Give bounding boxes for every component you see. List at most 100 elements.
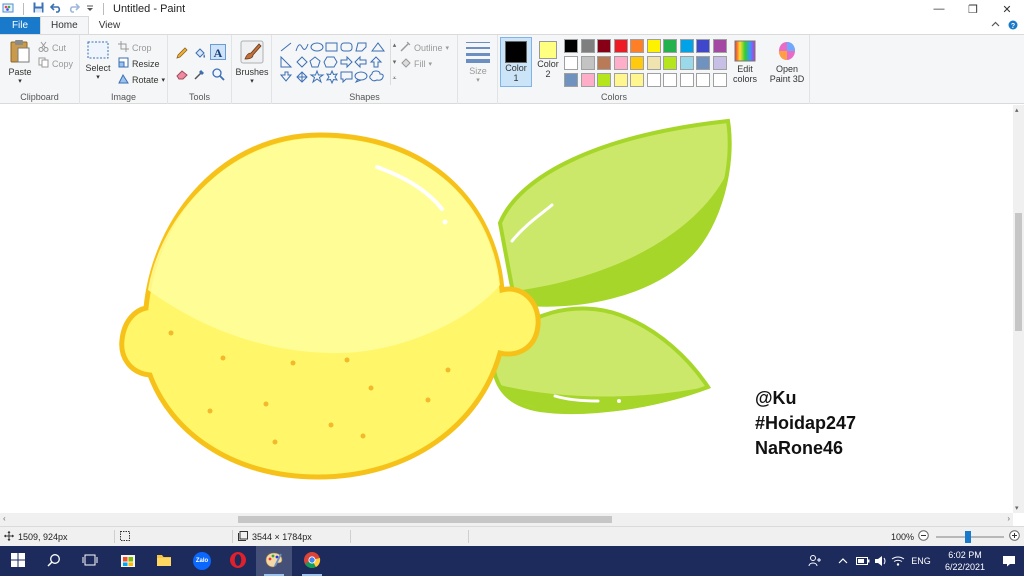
people-icon[interactable] — [804, 554, 826, 568]
taskbar-store[interactable] — [110, 546, 146, 576]
palette-swatch[interactable] — [564, 56, 578, 70]
palette-swatch[interactable] — [696, 73, 710, 87]
horizontal-scrollbar[interactable]: ‹ › — [0, 513, 1013, 526]
taskbar-zalo[interactable]: Zalo — [184, 546, 220, 576]
taskbar-file-explorer[interactable] — [146, 546, 182, 576]
fill-button[interactable]: Fill ▾ — [400, 57, 432, 70]
palette-swatch[interactable] — [580, 39, 595, 53]
scroll-left-icon[interactable]: ‹ — [3, 514, 6, 523]
palette-swatch[interactable] — [564, 39, 578, 53]
input-language[interactable]: ENG — [906, 556, 936, 566]
customize-quick-access-icon[interactable] — [86, 3, 94, 15]
color-picker-icon[interactable] — [192, 66, 208, 82]
palette-swatch[interactable] — [580, 73, 595, 87]
palette-swatch[interactable] — [630, 56, 644, 70]
cut-button[interactable]: Cut — [38, 41, 66, 54]
shapes-expand-icon[interactable]: ⩡ — [393, 75, 397, 83]
zoom-slider-thumb[interactable] — [965, 531, 971, 543]
zoom-out-button[interactable] — [918, 527, 929, 546]
copy-button[interactable]: Copy — [38, 57, 73, 70]
scroll-right-icon[interactable]: › — [1007, 514, 1010, 523]
palette-swatch[interactable] — [712, 73, 727, 87]
task-view-button[interactable] — [72, 546, 108, 576]
network-icon[interactable] — [890, 556, 906, 566]
clipboard-group-label: Clipboard — [20, 92, 59, 102]
palette-swatch[interactable] — [712, 39, 727, 53]
palette-swatch[interactable] — [663, 56, 677, 70]
taskbar-paint[interactable] — [256, 546, 292, 576]
zoom-in-button[interactable] — [1009, 527, 1020, 546]
start-button[interactable] — [0, 546, 36, 576]
palette-swatch[interactable] — [679, 39, 694, 53]
horizontal-scroll-thumb[interactable] — [238, 516, 612, 523]
vertical-scroll-thumb[interactable] — [1015, 213, 1022, 331]
scroll-down-icon[interactable]: ▾ — [1015, 504, 1019, 512]
palette-swatch[interactable] — [696, 39, 710, 53]
palette-swatch[interactable] — [613, 39, 628, 53]
palette-swatch[interactable] — [712, 56, 727, 70]
outline-label: Outline — [414, 42, 443, 53]
palette-swatch[interactable] — [646, 56, 661, 70]
palette-swatch[interactable] — [613, 73, 628, 87]
restore-button[interactable]: ❐ — [956, 0, 990, 18]
palette-swatch[interactable] — [564, 73, 578, 87]
palette-swatch[interactable] — [696, 56, 710, 70]
shapes-gallery[interactable] — [280, 41, 388, 87]
scroll-up-icon[interactable]: ▴ — [1015, 106, 1019, 114]
fill-bucket-icon[interactable] — [192, 45, 208, 61]
palette-swatch[interactable] — [630, 73, 644, 87]
save-icon[interactable] — [33, 2, 44, 16]
collapse-ribbon-icon[interactable] — [991, 20, 1000, 33]
shapes-scroll-down-icon[interactable]: ▾ — [393, 58, 397, 66]
open-paint3d-button[interactable]: Open Paint 3D — [768, 40, 806, 84]
chrome-icon — [303, 551, 321, 572]
shapes-scroll-up-icon[interactable]: ▴ — [393, 41, 397, 49]
notifications-icon[interactable] — [994, 555, 1024, 567]
taskbar-chrome[interactable] — [294, 546, 330, 576]
palette-swatch[interactable] — [663, 39, 677, 53]
text-tool-icon[interactable]: A — [210, 44, 226, 60]
vertical-scrollbar[interactable]: ▴ ▾ — [1013, 105, 1024, 513]
search-button[interactable] — [36, 546, 72, 576]
palette-swatch[interactable] — [646, 39, 661, 53]
edit-colors-button[interactable]: Edit colors — [730, 40, 760, 84]
pencil-icon[interactable] — [174, 45, 190, 61]
palette-swatch[interactable] — [679, 73, 694, 87]
volume-icon[interactable] — [872, 555, 890, 567]
palette-swatch[interactable] — [597, 73, 611, 87]
tab-home[interactable]: Home — [40, 16, 89, 34]
tab-view[interactable]: View — [89, 17, 131, 34]
battery-icon[interactable] — [854, 556, 872, 566]
brushes-button[interactable]: Brushes ▾ — [235, 39, 269, 85]
minimize-button[interactable]: — — [922, 0, 956, 18]
palette-swatch[interactable] — [597, 56, 611, 70]
resize-button[interactable]: Resize — [118, 57, 160, 70]
color1-button[interactable]: Color 1 — [500, 37, 532, 87]
help-icon[interactable]: ? — [1008, 20, 1018, 33]
show-hidden-icons-icon[interactable] — [832, 557, 854, 565]
palette-swatch[interactable] — [580, 56, 595, 70]
shapes-group: ▴ ▾ ⩡ Outline ▾ Fill ▾ Shapes — [272, 35, 458, 104]
palette-swatch[interactable] — [630, 39, 644, 53]
paste-button[interactable]: Paste ▾ — [6, 39, 34, 85]
eraser-icon[interactable] — [174, 66, 190, 82]
redo-icon[interactable] — [68, 2, 81, 16]
rotate-button[interactable]: Rotate ▾ — [118, 73, 165, 86]
crop-button[interactable]: Crop — [118, 41, 152, 54]
canvas-area[interactable]: @Ku #Hoidap247 NaRone46 — [0, 105, 1013, 513]
color2-button[interactable]: Color 2 — [534, 41, 562, 79]
palette-swatch[interactable] — [597, 39, 611, 53]
magnifier-icon[interactable] — [210, 66, 226, 82]
palette-swatch[interactable] — [646, 73, 661, 87]
close-button[interactable]: ✕ — [990, 0, 1024, 18]
palette-swatch[interactable] — [679, 56, 694, 70]
tab-file[interactable]: File — [0, 17, 40, 34]
taskbar-opera[interactable] — [220, 546, 256, 576]
palette-swatch[interactable] — [663, 73, 677, 87]
select-button[interactable]: Select ▾ — [84, 41, 112, 81]
outline-button[interactable]: Outline ▾ — [400, 41, 449, 54]
size-button[interactable]: Size ▾ — [462, 40, 494, 84]
clock[interactable]: 6:02 PM 6/22/2021 — [936, 549, 994, 573]
undo-icon[interactable] — [49, 2, 62, 16]
palette-swatch[interactable] — [613, 56, 628, 70]
